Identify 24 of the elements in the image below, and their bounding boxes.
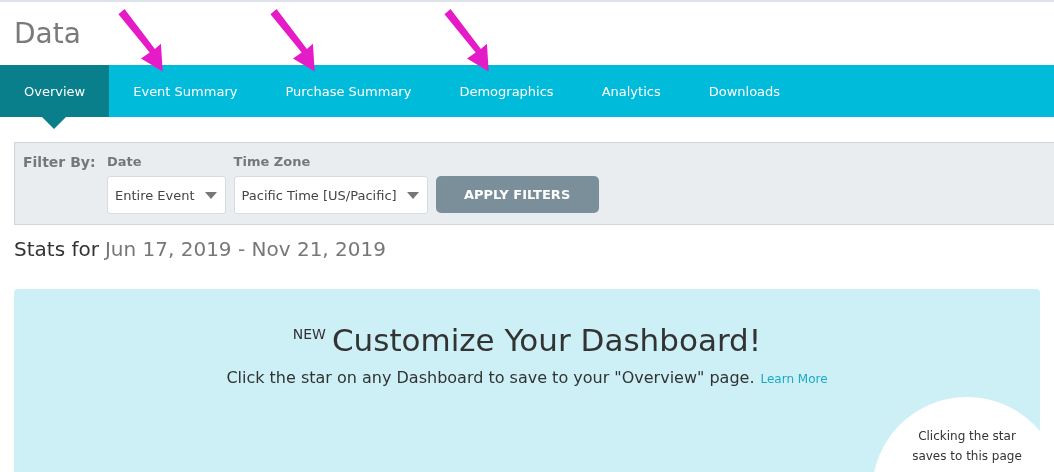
dropdown-field[interactable]: Pacific Time [US/Pacific]: [233, 176, 428, 214]
dropdown-field[interactable]: Entire Event: [107, 176, 226, 214]
callout-text: saves to this page: [912, 449, 1022, 463]
field-label: Time Zone: [233, 154, 312, 169]
field-label: Date: [107, 154, 143, 169]
nav-tab[interactable]: Analytics: [577, 65, 685, 117]
tab-pointer-icon: [42, 117, 66, 129]
nav-tab[interactable]: Overview: [0, 65, 110, 117]
banner-text: Click the star on any Dashboard to save to your "Overview" page.: [226, 368, 755, 387]
nav-tab[interactable]: Event Summary: [109, 65, 262, 117]
nav-tab[interactable]: Demographics: [435, 65, 578, 117]
new-label: NEW: [292, 326, 326, 342]
apply-filters-button[interactable]: APPLY FILTERS: [435, 176, 599, 213]
nav-tab[interactable]: Purchase Summary: [261, 65, 436, 117]
filter-label: Filter By:: [23, 154, 97, 170]
dropdown-caret-icon: [204, 191, 217, 199]
dropdown-caret-icon: [406, 191, 419, 199]
page-title: Data: [14, 17, 81, 50]
nav-tab[interactable]: Downloads: [684, 65, 805, 117]
learn-more-link[interactable]: Learn More: [760, 372, 828, 386]
date-range: Jun 17, 2019 - Nov 21, 2019: [104, 237, 386, 261]
stats-label: Stats for: [14, 237, 99, 261]
callout-text: Clicking the star: [918, 429, 1016, 443]
banner-heading: Customize Your Dashboard!: [331, 322, 762, 358]
